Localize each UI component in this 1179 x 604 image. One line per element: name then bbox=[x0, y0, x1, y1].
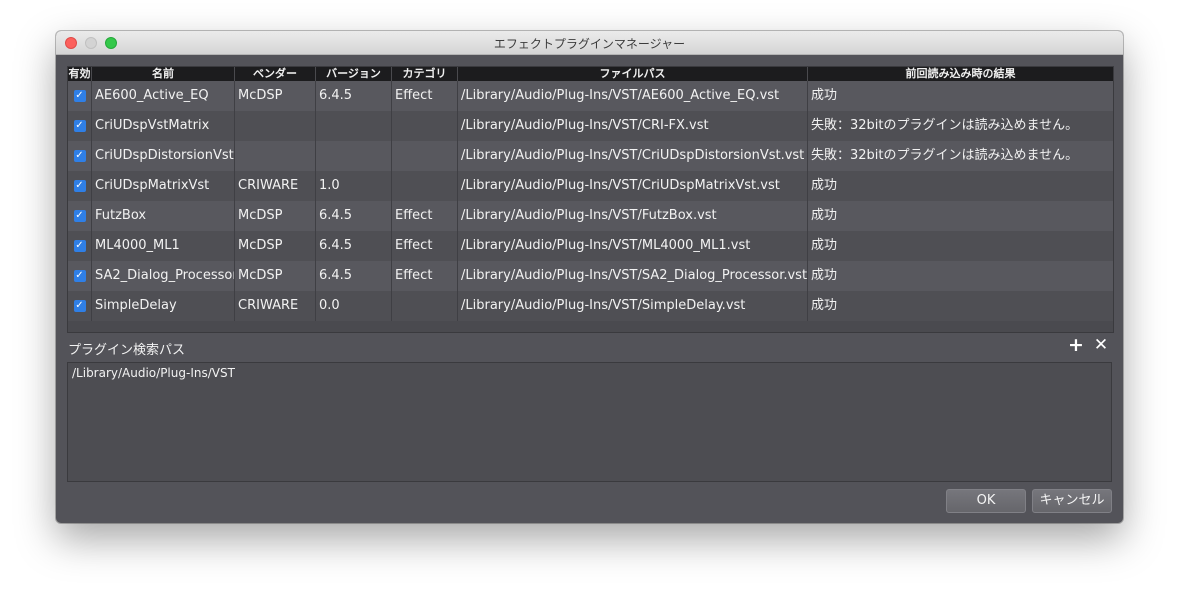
search-path-list[interactable]: /Library/Audio/Plug-Ins/VST bbox=[67, 362, 1112, 482]
plus-icon[interactable]: + bbox=[1067, 336, 1085, 355]
table-row[interactable]: ✓ CriUDspVstMatrix/Library/Audio/Plug-Ins… bbox=[68, 111, 1113, 141]
checkmark-icon: ✓ bbox=[73, 240, 86, 252]
cell-file-path: /Library/Audio/Plug-Ins/VST/SA2_Dialog_P… bbox=[458, 261, 808, 291]
table-row[interactable]: ✓ ML4000_ML1 McDSP 6.4.5 Effect/Library/Audi… bbox=[68, 231, 1113, 261]
cell-file-path: /Library/Audio/Plug-Ins/VST/FutzBox.vst bbox=[458, 201, 808, 231]
cell-name: CriUDspDistorsionVst bbox=[92, 141, 235, 171]
ok-button[interactable]: OK bbox=[946, 489, 1026, 513]
column-header-version[interactable]: バージョン bbox=[316, 67, 392, 81]
cell-file-path: /Library/Audio/Plug-Ins/VST/CRI-FX.vst bbox=[458, 111, 808, 141]
column-header-result[interactable]: 前回読み込み時の結果 bbox=[808, 67, 1113, 81]
cell-vendor bbox=[235, 111, 316, 141]
cell-file-path: /Library/Audio/Plug-Ins/VST/CriUDspDisto… bbox=[458, 141, 808, 171]
column-header-vendor[interactable]: ベンダー bbox=[235, 67, 316, 81]
enabled-checkbox[interactable]: ✓ bbox=[68, 201, 92, 231]
cell-name: FutzBox bbox=[92, 201, 235, 231]
checkmark-icon: ✓ bbox=[73, 180, 86, 192]
cell-name: AE600_Active_EQ bbox=[92, 81, 235, 111]
cell-file-path: /Library/Audio/Plug-Ins/VST/SimpleDelay.… bbox=[458, 291, 808, 321]
cell-vendor: McDSP bbox=[235, 81, 316, 111]
cell-category bbox=[392, 171, 458, 201]
cell-name: SimpleDelay bbox=[92, 291, 235, 321]
plugin-table: 有効 名前 ベンダー バージョン カテゴリ ファイルパス 前回読み込み時の結果 … bbox=[67, 66, 1114, 333]
enabled-checkbox[interactable]: ✓ bbox=[68, 231, 92, 261]
cell-version: 0.0 bbox=[316, 291, 392, 321]
cell-result: 失敗：32bitのプラグインは読み込めません。 bbox=[811, 148, 1079, 163]
search-path-item[interactable]: /Library/Audio/Plug-Ins/VST bbox=[68, 363, 1111, 383]
column-header-enabled[interactable]: 有効 bbox=[68, 67, 92, 81]
cell-result: 成功 bbox=[811, 88, 838, 103]
column-header-category[interactable]: カテゴリ bbox=[392, 67, 458, 81]
cell-vendor: McDSP bbox=[235, 261, 316, 291]
enabled-checkbox[interactable]: ✓ bbox=[68, 171, 92, 201]
cell-result: 成功 bbox=[811, 208, 838, 223]
cell-category bbox=[392, 141, 458, 171]
checkmark-icon: ✓ bbox=[73, 120, 86, 132]
checkmark-icon: ✓ bbox=[73, 150, 86, 162]
table-header: 有効 名前 ベンダー バージョン カテゴリ ファイルパス 前回読み込み時の結果 bbox=[68, 67, 1113, 81]
cell-category bbox=[392, 111, 458, 141]
column-header-file-path[interactable]: ファイルパス bbox=[458, 67, 808, 81]
table-row[interactable]: ✓ FutzBox McDSP 6.4.5 Effect/Library/Audio/P… bbox=[68, 201, 1113, 231]
cell-vendor: McDSP bbox=[235, 231, 316, 261]
title-bar: エフェクトプラグインマネージャー bbox=[56, 31, 1123, 55]
cell-category: Effect bbox=[392, 201, 458, 231]
window-title: エフェクトプラグインマネージャー bbox=[493, 37, 686, 51]
cell-result: 成功 bbox=[811, 238, 838, 253]
cell-name: CriUDspMatrixVst bbox=[92, 171, 235, 201]
column-header-name[interactable]: 名前 bbox=[92, 67, 235, 81]
x-icon[interactable]: ✕ bbox=[1092, 336, 1110, 354]
table-row[interactable]: ✓ SimpleDelay CRIWARE 0.0/Library/Audio/Plu… bbox=[68, 291, 1113, 321]
search-path-label: プラグイン検索パス bbox=[68, 343, 186, 358]
cell-result: 失敗：32bitのプラグインは読み込めません。 bbox=[811, 118, 1079, 133]
cell-name: SA2_Dialog_Processor bbox=[92, 261, 235, 291]
table-row[interactable]: ✓ CriUDspMatrixVst CRIWARE 1.0/Library/Audi… bbox=[68, 171, 1113, 201]
cell-category: Effect bbox=[392, 261, 458, 291]
cell-file-path: /Library/Audio/Plug-Ins/VST/CriUDspMatri… bbox=[458, 171, 808, 201]
checkmark-icon: ✓ bbox=[73, 300, 86, 312]
plugin-manager-window: エフェクトプラグインマネージャー 有効 名前 ベンダー バージョン カテゴリ フ… bbox=[56, 31, 1123, 523]
cell-version: 6.4.5 bbox=[316, 231, 392, 261]
cancel-button[interactable]: キャンセル bbox=[1032, 489, 1112, 513]
enabled-checkbox[interactable]: ✓ bbox=[68, 141, 92, 171]
cell-result: 成功 bbox=[811, 298, 838, 313]
cell-version bbox=[316, 141, 392, 171]
cell-result: 成功 bbox=[811, 178, 838, 193]
cell-vendor: CRIWARE bbox=[235, 171, 316, 201]
cell-version: 6.4.5 bbox=[316, 261, 392, 291]
cell-category: Effect bbox=[392, 81, 458, 111]
checkmark-icon: ✓ bbox=[73, 90, 86, 102]
cell-file-path: /Library/Audio/Plug-Ins/VST/AE600_Active… bbox=[458, 81, 808, 111]
cell-vendor: McDSP bbox=[235, 201, 316, 231]
cell-category bbox=[392, 291, 458, 321]
table-body: ✓ AE600_Active_EQ McDSP 6.4.5 Effect/Library… bbox=[68, 81, 1113, 321]
cell-name: CriUDspVstMatrix bbox=[92, 111, 235, 141]
cell-result: 成功 bbox=[811, 268, 838, 283]
checkmark-icon: ✓ bbox=[73, 210, 86, 222]
cell-version: 1.0 bbox=[316, 171, 392, 201]
table-row[interactable]: ✓ SA2_Dialog_Processor McDSP 6.4.5 Effect/Li… bbox=[68, 261, 1113, 291]
table-row[interactable]: ✓ CriUDspDistorsionVst/Library/Audio/Plug… bbox=[68, 141, 1113, 171]
cell-vendor: CRIWARE bbox=[235, 291, 316, 321]
table-row[interactable]: ✓ AE600_Active_EQ McDSP 6.4.5 Effect/Library… bbox=[68, 81, 1113, 111]
enabled-checkbox[interactable]: ✓ bbox=[68, 291, 92, 321]
enabled-checkbox[interactable]: ✓ bbox=[68, 261, 92, 291]
cell-file-path: /Library/Audio/Plug-Ins/VST/ML4000_ML1.v… bbox=[458, 231, 808, 261]
checkmark-icon: ✓ bbox=[73, 270, 86, 282]
cell-vendor bbox=[235, 141, 316, 171]
enabled-checkbox[interactable]: ✓ bbox=[68, 81, 92, 111]
cell-version bbox=[316, 111, 392, 141]
cell-name: ML4000_ML1 bbox=[92, 231, 235, 261]
cell-category: Effect bbox=[392, 231, 458, 261]
cell-version: 6.4.5 bbox=[316, 201, 392, 231]
enabled-checkbox[interactable]: ✓ bbox=[68, 111, 92, 141]
cell-version: 6.4.5 bbox=[316, 81, 392, 111]
